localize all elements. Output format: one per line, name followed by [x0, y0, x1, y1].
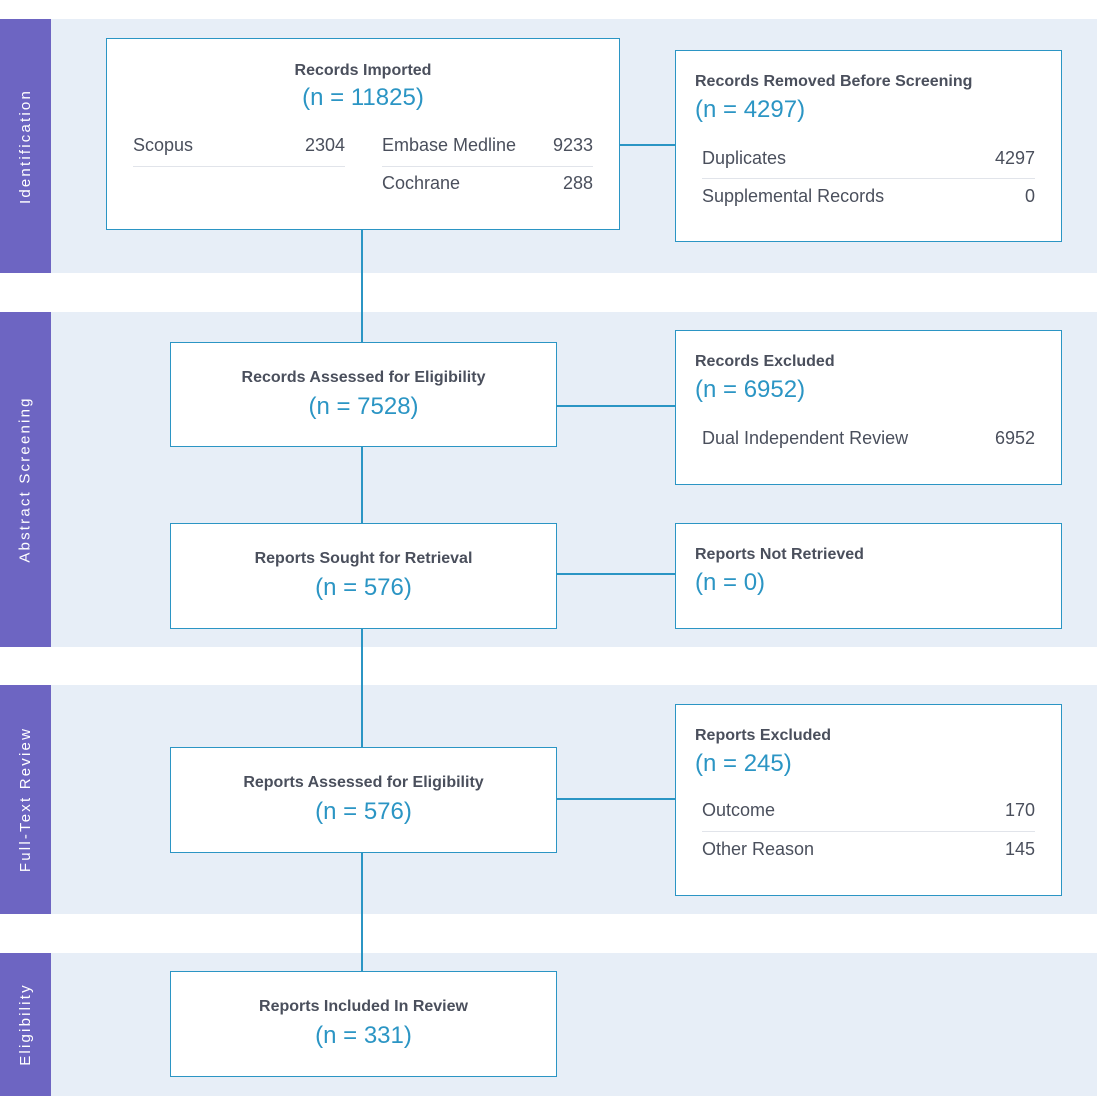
connector-vertical: [361, 628, 363, 747]
row-value: 145: [1004, 839, 1035, 859]
box-header: Records Excluded (n = 6952): [695, 353, 835, 404]
row-value: 6952: [994, 428, 1035, 448]
stage-label-text: Full-Text Review: [17, 726, 35, 873]
box-title: Records Removed Before Screening: [695, 73, 973, 90]
connector-vertical-main: [361, 229, 363, 342]
box-count: (n = 576): [315, 574, 412, 601]
reports-sought-box: Reports Sought for Retrieval (n = 576): [170, 523, 557, 629]
excluded-row-dual-review: Dual Independent Review 6952: [702, 428, 1035, 458]
stage-label-text: Identification: [17, 88, 34, 204]
stage-label-text: Eligibility: [17, 983, 34, 1066]
box-title: Reports Excluded: [695, 727, 832, 744]
connector-horizontal: [619, 144, 676, 146]
source-row-scopus: Scopus 2304: [133, 135, 345, 167]
row-value: 170: [1004, 800, 1035, 820]
row-value: 4297: [994, 148, 1035, 168]
records-removed-box: Records Removed Before Screening (n = 42…: [675, 50, 1062, 242]
box-count: (n = 4297): [695, 96, 806, 123]
box-count: (n = 245): [695, 750, 792, 777]
box-title: Records Excluded: [695, 353, 835, 370]
row-value: 0: [1024, 186, 1035, 206]
box-title: Reports Included In Review: [259, 998, 468, 1015]
box-title: Reports Assessed for Eligibility: [243, 774, 484, 791]
source-row-cochrane: Cochrane 288: [382, 173, 593, 203]
row-label: Dual Independent Review: [702, 428, 909, 448]
box-title: Reports Sought for Retrieval: [254, 550, 473, 567]
box-count: (n = 11825): [302, 84, 424, 111]
box-title: Records Imported: [294, 62, 432, 79]
source-value: 2304: [304, 135, 345, 155]
records-imported-box: Records Imported (n = 11825) Scopus 2304…: [106, 38, 620, 230]
row-label: Duplicates: [702, 148, 787, 168]
connector-horizontal: [556, 405, 676, 407]
box-count: (n = 7528): [308, 392, 419, 420]
box-header: Records Removed Before Screening (n = 42…: [695, 73, 972, 124]
box-title: Reports Not Retrieved: [695, 546, 864, 563]
box-count: (n = 0): [695, 569, 766, 596]
source-row-embase-medline: Embase Medline 9233: [382, 135, 593, 167]
reports-included-box: Reports Included In Review (n = 331): [170, 971, 557, 1077]
source-value: 288: [562, 173, 593, 193]
connector-horizontal: [556, 798, 676, 800]
source-label: Cochrane: [382, 173, 461, 193]
reports-not-retrieved-box: Reports Not Retrieved (n = 0): [675, 523, 1062, 629]
connector-vertical: [361, 852, 363, 972]
connector-vertical: [361, 446, 363, 523]
box-header: Reports Not Retrieved (n = 0): [695, 546, 864, 597]
stage-label-abstract-screening: Abstract Screening: [0, 312, 51, 647]
stage-label-identification: Identification: [0, 19, 51, 273]
connector-horizontal: [556, 573, 676, 575]
reports-assessed-box: Reports Assessed for Eligibility (n = 57…: [170, 747, 557, 853]
row-label: Outcome: [702, 800, 776, 820]
excluded-row-outcome: Outcome 170: [702, 800, 1035, 832]
stage-label-text: Abstract Screening: [17, 396, 34, 563]
source-label: Embase Medline: [382, 135, 517, 155]
box-header: Reports Excluded (n = 245): [695, 727, 831, 778]
removed-row-duplicates: Duplicates 4297: [702, 148, 1035, 179]
box-count: (n = 6952): [695, 376, 806, 403]
records-excluded-box: Records Excluded (n = 6952) Dual Indepen…: [675, 330, 1062, 485]
stage-label-full-text-review: Full-Text Review: [0, 685, 51, 914]
box-count: (n = 331): [315, 1022, 412, 1049]
removed-row-supplemental: Supplemental Records 0: [702, 186, 1035, 216]
box-title: Records Assessed for Eligibility: [241, 368, 486, 386]
reports-excluded-box: Reports Excluded (n = 245) Outcome 170 O…: [675, 704, 1062, 896]
row-label: Supplemental Records: [702, 186, 885, 206]
excluded-row-other-reason: Other Reason 145: [702, 839, 1035, 869]
source-label: Scopus: [133, 135, 194, 155]
source-value: 9233: [552, 135, 593, 155]
stage-label-eligibility: Eligibility: [0, 953, 51, 1096]
box-count: (n = 576): [315, 798, 412, 825]
records-assessed-box: Records Assessed for Eligibility (n = 75…: [170, 342, 557, 447]
row-label: Other Reason: [702, 839, 815, 859]
